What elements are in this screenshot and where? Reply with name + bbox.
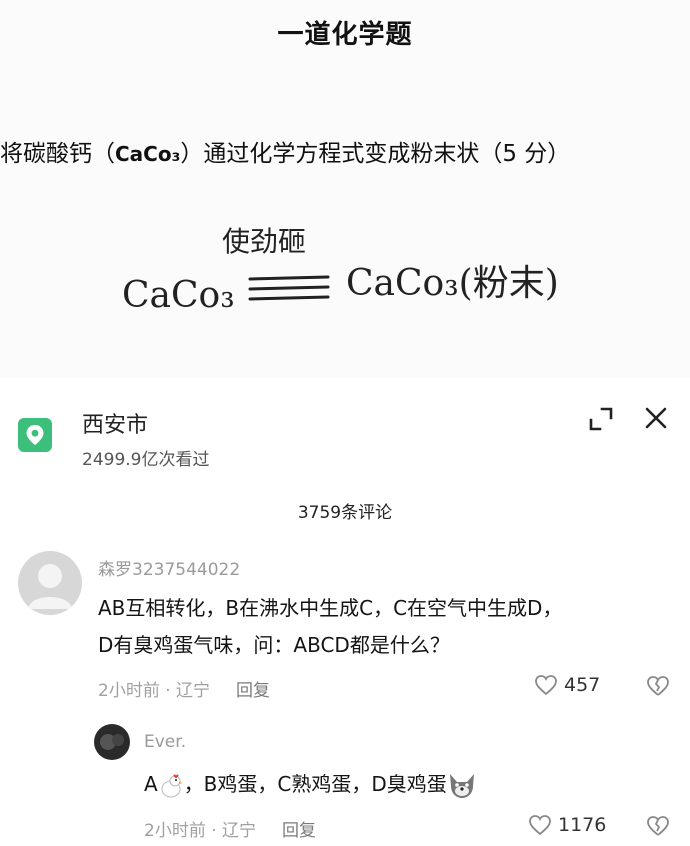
question-suffix: ）通过化学方程式变成粉末状（5 分） [180,141,571,167]
doge-emoji-icon [449,773,474,798]
close-icon[interactable] [642,404,670,432]
handwritten-left: CaCo₃ [122,275,235,316]
avatar[interactable] [18,551,82,615]
question-title: 一道化学题 [277,20,413,50]
chicken-emoji-icon [161,773,183,797]
question-formula: CaCo₃ [115,142,181,166]
comment-username[interactable]: Ever. [144,732,186,752]
comment-line: A ，B鸡蛋，C熟鸡蛋，D臭鸡蛋 [144,768,477,800]
reply-text-a: A [144,772,158,796]
broken-heart-icon[interactable] [646,815,670,837]
like-button[interactable]: 457 [534,674,600,696]
like-button[interactable]: 1176 [528,814,606,836]
comment-meta: 2小时前 · 辽宁 回复 [144,821,317,841]
reply-button[interactable]: 回复 [282,821,316,841]
comment-region: 辽宁 [222,821,257,841]
expand-icon[interactable] [588,406,614,432]
broken-heart-icon[interactable] [646,675,670,697]
avatar[interactable] [94,724,130,760]
comment-region: 辽宁 [176,681,211,701]
comment-username[interactable]: 森罗3237544022 [98,555,240,580]
reply-text-rest: ，B鸡蛋，C熟鸡蛋，D臭鸡蛋 [183,772,447,796]
reply-button[interactable]: 回复 [236,681,270,701]
comment-line: D有臭鸡蛋气味，问：ABCD都是什么？ [98,633,450,657]
comment-meta: 2小时前 · 辽宁 回复 [98,681,271,701]
comment-count: 3759条评论 [297,503,393,523]
handwritten-right: CaCo₃(粉末) [346,263,559,304]
heart-icon [535,675,557,696]
handwritten-equation: 使劲砸 CaCo₃ CaCo₃(粉末) [122,225,559,316]
like-count: 457 [564,674,601,696]
handwritten-condition: 使劲砸 [222,225,306,258]
question-body: 将碳酸钙（CaCo₃）通过化学方程式变成粉末状（5 分） [0,134,690,168]
question-prefix: 将碳酸钙（ [0,141,115,167]
location-name[interactable]: 西安市 [82,407,148,439]
equals-sign [248,275,330,301]
comment-time: 2小时前 [144,821,206,841]
view-count: 2499.9亿次看过 [82,450,210,470]
comment-line: AB互相转化，B在沸水中生成C，C在空气中生成D， [98,596,563,620]
heart-icon [529,815,551,836]
comment-time: 2小时前 [98,681,160,701]
question-card: 一道化学题 将碳酸钙（CaCo₃）通过化学方程式变成粉末状（5 分） 使劲砸 C… [0,0,690,378]
location-pin-icon[interactable] [18,418,52,452]
like-count: 1176 [558,814,607,836]
